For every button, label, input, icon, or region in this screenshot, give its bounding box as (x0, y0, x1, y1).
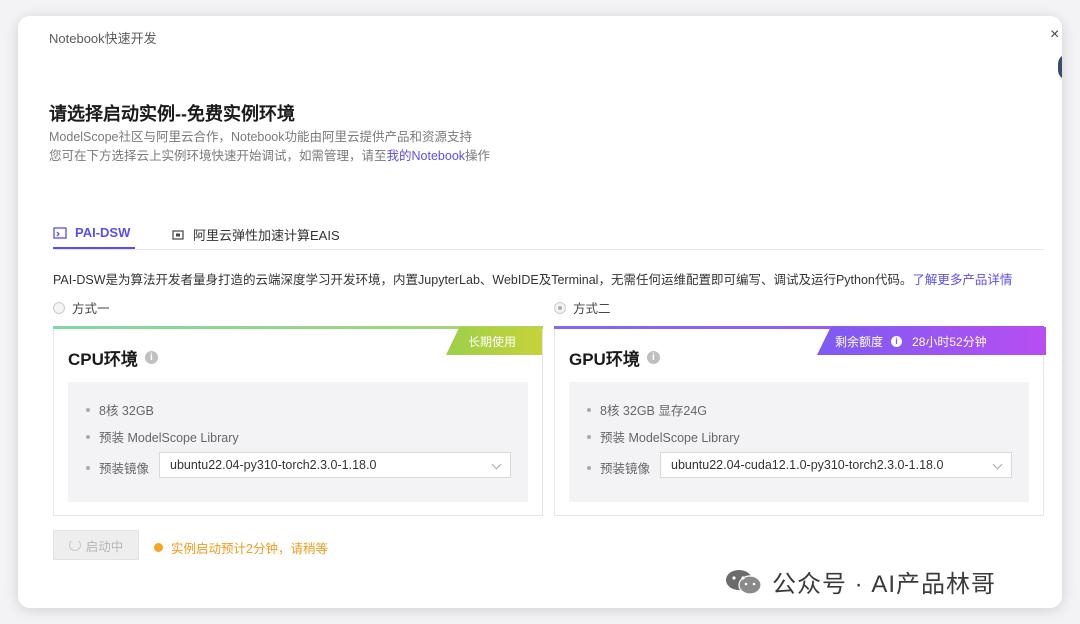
spec-item: 8核 32GB (86, 400, 154, 419)
description-line-2: 您可在下方选择云上实例环境快速开始调试，如需管理，请至我的Notebook操作 (49, 145, 490, 164)
quota-ribbon: 剩余额度 i 28小时52分钟 (817, 327, 1046, 355)
quota-value: 28小时52分钟 (912, 334, 987, 349)
spec-item: 预装镜像 (587, 458, 650, 477)
start-button-label: 启动中 (85, 539, 124, 554)
info-icon[interactable]: i (144, 351, 158, 364)
card-title-text: CPU环境 (68, 350, 138, 369)
watermark-text: 公众号 · AI产品林哥 (772, 571, 997, 598)
learn-more-link[interactable]: 了解更多产品详情 (912, 273, 1012, 287)
spec-item: 预装镜像 (86, 458, 149, 477)
radio-icon (53, 301, 65, 314)
tab-label: PAI-DSW (75, 225, 131, 240)
image-select[interactable]: ubuntu22.04-py310-torch2.3.0-1.18.0 (159, 452, 511, 478)
spec-item: 预装 ModelScope Library (587, 427, 740, 446)
ribbon-label: 长期使用 (468, 334, 517, 349)
spec-item: 预装 ModelScope Library (86, 427, 239, 446)
option-1-radio[interactable]: 方式一 (53, 298, 110, 317)
loading-spinner-icon (68, 539, 81, 551)
page-heading: 请选择启动实例--免费实例环境 (49, 104, 295, 124)
option-2-radio[interactable]: 方式二 (554, 298, 611, 317)
watermark: 公众号 · AI产品林哥 (724, 564, 996, 599)
radio-label: 方式一 (72, 302, 110, 316)
description-suffix: 操作 (465, 149, 491, 163)
info-icon[interactable]: i (891, 335, 903, 347)
status-message: 实例启动预计2分钟，请稍等 (154, 538, 328, 557)
tab-pai-dsw[interactable]: PAI-DSW (53, 225, 130, 240)
tab-eais[interactable]: 阿里云弹性加速计算EAIS (171, 225, 340, 244)
cpu-card[interactable]: 长期使用 CPU环境 i 8核 32GB 预装 ModelScope Libra… (53, 326, 543, 516)
my-notebook-link[interactable]: 我的Notebook (387, 149, 466, 163)
dsw-icon (53, 226, 67, 239)
quota-label: 剩余额度 (835, 334, 884, 349)
select-value: ubuntu22.04-py310-torch2.3.0-1.18.0 (170, 458, 377, 472)
description-prefix: 您可在下方选择云上实例环境快速开始调试，如需管理，请至 (49, 149, 387, 163)
card-title: GPU环境 i (569, 345, 660, 370)
notebook-dialog: Notebook快速开发 × 请选择启动实例--免费实例环境 ModelScop… (18, 16, 1062, 608)
wechat-icon (726, 569, 762, 595)
description-line-1: ModelScope社区与阿里云合作，Notebook功能由阿里云提供产品和资源… (49, 130, 472, 144)
radio-label: 方式二 (573, 302, 611, 316)
long-term-ribbon: 长期使用 (446, 327, 542, 355)
card-title: CPU环境 i (68, 345, 158, 370)
close-icon[interactable]: × (1050, 26, 1059, 44)
card-title-text: GPU环境 (569, 350, 640, 369)
start-button[interactable]: 启动中 (53, 530, 139, 560)
select-value: ubuntu22.04-cuda12.1.0-py310-torch2.3.0-… (671, 458, 944, 472)
info-icon[interactable]: i (646, 351, 660, 364)
active-tab-indicator (53, 247, 135, 249)
spec-panel: 8核 32GB 预装 ModelScope Library 预装镜像 ubunt… (68, 382, 528, 502)
dialog-title: Notebook快速开发 (49, 31, 157, 46)
radio-icon (554, 301, 566, 314)
avatar (1058, 54, 1062, 80)
intro-text: PAI-DSW是为算法开发者量身打造的云端深度学习开发环境，内置JupyterL… (53, 273, 913, 287)
tab-label: 阿里云弹性加速计算EAIS (193, 228, 340, 243)
status-text: 实例启动预计2分钟，请稍等 (171, 542, 328, 556)
chip-icon (172, 229, 184, 240)
gpu-card[interactable]: 剩余额度 i 28小时52分钟 GPU环境 i 8核 32GB 显存24G 预装… (554, 326, 1046, 516)
tab-bar: PAI-DSW 阿里云弹性加速计算EAIS (53, 221, 1044, 250)
product-intro: PAI-DSW是为算法开发者量身打造的云端深度学习开发环境，内置JupyterL… (53, 269, 1012, 288)
chevron-down-icon (491, 459, 502, 470)
warning-dot-icon (154, 543, 163, 552)
spec-panel: 8核 32GB 显存24G 预装 ModelScope Library 预装镜像… (569, 382, 1029, 502)
image-select[interactable]: ubuntu22.04-cuda12.1.0-py310-torch2.3.0-… (660, 452, 1012, 478)
spec-item: 8核 32GB 显存24G (587, 400, 707, 419)
chevron-down-icon (992, 459, 1003, 470)
